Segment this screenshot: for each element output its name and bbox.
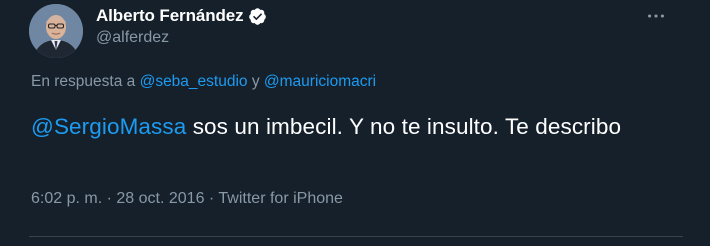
author-name[interactable]: Alberto Fernández — [96, 6, 244, 26]
avatar[interactable] — [29, 4, 83, 58]
author-row: Alberto Fernández — [96, 5, 267, 27]
avatar-portrait-icon — [29, 4, 83, 58]
tweet-body: @SergioMassa sos un imbecil. Y no te ins… — [31, 111, 671, 143]
more-dots-icon — [648, 14, 664, 18]
reply-prefix: En respuesta a — [31, 73, 136, 90]
tweet-text: sos un imbecil. Y no te insulto. Te desc… — [186, 114, 622, 139]
author-handle[interactable]: @alferdez — [96, 29, 169, 47]
reply-context: En respuesta a @seba_estudio y @mauricio… — [31, 73, 376, 91]
verified-badge-icon — [248, 7, 267, 26]
meta-separator-2: · — [208, 190, 215, 207]
reply-mention-macri[interactable]: @mauriciomacri — [264, 73, 376, 90]
tweet-source[interactable]: Twitter for iPhone — [218, 190, 343, 207]
reply-connector: y — [251, 73, 260, 90]
reply-mention-seba[interactable]: @seba_estudio — [140, 73, 248, 90]
meta-separator-1: · — [106, 190, 112, 207]
tweet-time[interactable]: 6:02 p. m. — [31, 190, 102, 207]
more-options-button[interactable] — [640, 4, 672, 28]
tweet-date[interactable]: 28 oct. 2016 — [116, 190, 204, 207]
divider — [29, 236, 683, 237]
tweet-container: Alberto Fernández @alferdez En respuesta… — [0, 0, 710, 246]
tweet-mention[interactable]: @SergioMassa — [31, 114, 186, 139]
tweet-metadata: 6:02 p. m. · 28 oct. 2016 · Twitter for … — [31, 190, 343, 208]
